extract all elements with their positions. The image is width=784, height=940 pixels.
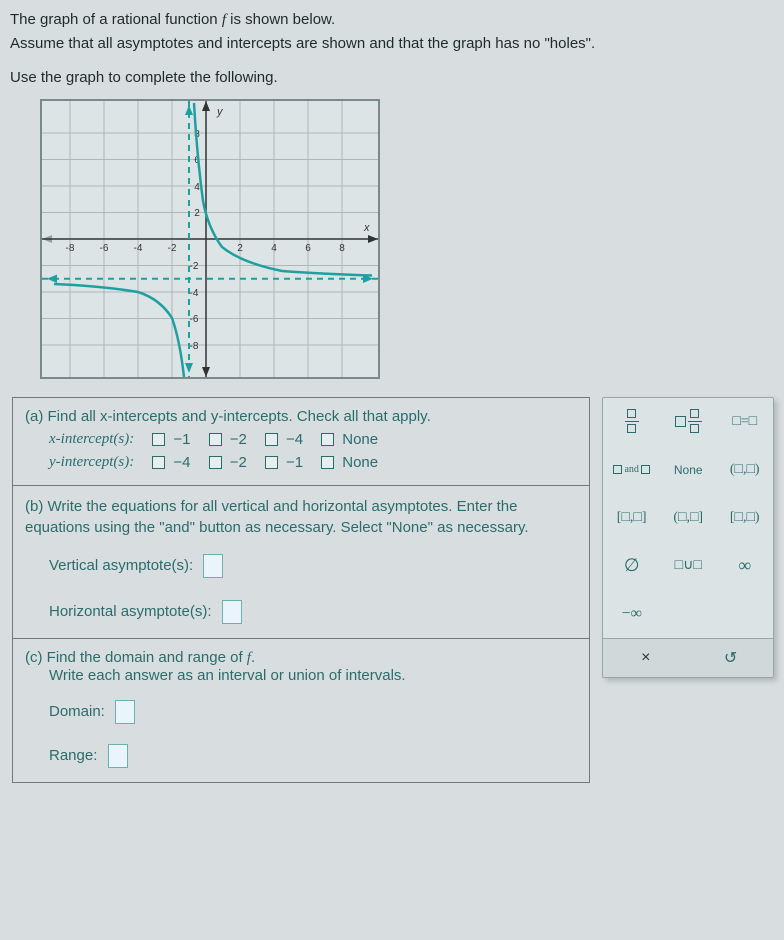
svg-text:-4: -4 [190, 288, 199, 299]
pal-close-button[interactable]: × [603, 639, 688, 677]
pal-and-label: and [624, 464, 638, 475]
pal-reset-button[interactable]: ↺ [688, 639, 773, 677]
domain-label: Domain: [49, 703, 105, 720]
pal-closed-interval[interactable]: [□,□] [603, 494, 660, 542]
svg-text:8: 8 [339, 243, 345, 254]
x-opt-3-label: −4 [286, 431, 303, 448]
range-label: Range: [49, 747, 97, 764]
part-c-prompt-a: (c) Find the domain and range of [25, 649, 247, 666]
y-opt-2[interactable]: −2 [209, 454, 247, 471]
x-opt-none-label: None [342, 431, 378, 448]
vertical-asy-input[interactable] [203, 554, 223, 578]
pal-infinity[interactable]: ∞ [716, 542, 773, 590]
y-opt-none[interactable]: None [321, 454, 378, 471]
part-c-prompt-b: . [251, 649, 255, 666]
svg-text:6: 6 [305, 243, 311, 254]
part-a-cell: (a) Find all x-intercepts and y-intercep… [13, 397, 590, 485]
horizontal-asy-input[interactable] [222, 600, 242, 624]
svg-text:-2: -2 [168, 243, 177, 254]
checkbox-icon[interactable] [265, 456, 278, 469]
questions-table: (a) Find all x-intercepts and y-intercep… [12, 397, 590, 783]
y-intercept-label: y-intercept(s): [49, 454, 134, 471]
svg-text:-2: -2 [190, 261, 199, 272]
svg-text:-6: -6 [190, 314, 199, 325]
intro-assume: Assume that all asymptotes and intercept… [10, 32, 774, 55]
graph-panel: y x -8-6-4-2 2468 8642 -2-4-6-8 [40, 99, 380, 379]
x-opt-2[interactable]: −2 [209, 431, 247, 448]
pal-fraction[interactable] [603, 398, 660, 446]
intro-text: The graph of a rational function [10, 11, 222, 28]
svg-text:-4: -4 [134, 243, 143, 254]
pal-none[interactable]: None [660, 446, 717, 494]
svg-text:-6: -6 [100, 243, 109, 254]
x-opt-3[interactable]: −4 [265, 431, 303, 448]
svg-text:-8: -8 [66, 243, 75, 254]
svg-text:2: 2 [194, 208, 200, 219]
svg-text:2: 2 [237, 243, 243, 254]
checkbox-icon[interactable] [321, 456, 334, 469]
x-opt-2-label: −2 [230, 431, 247, 448]
svg-text:-8: -8 [190, 341, 199, 352]
pal-union[interactable]: □∪□ [660, 542, 717, 590]
pal-oc-interval[interactable]: (□,□] [660, 494, 717, 542]
part-c-prompt: (c) Find the domain and range of f. [25, 649, 577, 667]
intro-text-b: is shown below. [226, 11, 335, 28]
vertical-asy-label: Vertical asymptote(s): [49, 557, 193, 574]
x-opt-1[interactable]: −1 [152, 431, 190, 448]
y-opt-3[interactable]: −1 [265, 454, 303, 471]
checkbox-icon[interactable] [152, 433, 165, 446]
intro-instr: Use the graph to complete the following. [10, 66, 774, 89]
pal-equals[interactable]: □=□ [716, 398, 773, 446]
svg-text:4: 4 [194, 182, 200, 193]
checkbox-icon[interactable] [209, 433, 222, 446]
y-opt-1-label: −4 [173, 454, 190, 471]
svg-text:y: y [216, 106, 224, 118]
svg-text:4: 4 [271, 243, 277, 254]
x-intercept-label: x-intercept(s): [49, 431, 134, 448]
symbol-palette: □=□ and None (□,□) [□,□] (□,□] [□,□) ∅ □… [602, 397, 774, 678]
pal-open-interval[interactable]: (□,□) [716, 446, 773, 494]
checkbox-icon[interactable] [321, 433, 334, 446]
range-input[interactable] [108, 744, 128, 768]
pal-and[interactable]: and [603, 446, 660, 494]
checkbox-icon[interactable] [209, 456, 222, 469]
checkbox-icon[interactable] [265, 433, 278, 446]
svg-text:x: x [363, 222, 370, 234]
domain-input[interactable] [115, 700, 135, 724]
part-a-prompt: (a) Find all x-intercepts and y-intercep… [25, 408, 577, 425]
part-b-prompt: (b) Write the equations for all vertical… [25, 496, 577, 538]
x-opt-none[interactable]: None [321, 431, 378, 448]
pal-co-interval[interactable]: [□,□) [716, 494, 773, 542]
rational-graph: y x -8-6-4-2 2468 8642 -2-4-6-8 [42, 101, 378, 377]
part-b-cell: (b) Write the equations for all vertical… [13, 485, 590, 638]
y-opt-none-label: None [342, 454, 378, 471]
part-c-sub: Write each answer as an interval or unio… [49, 667, 577, 684]
checkbox-icon[interactable] [152, 456, 165, 469]
pal-neg-infinity[interactable]: −∞ [603, 590, 660, 638]
y-opt-3-label: −1 [286, 454, 303, 471]
horizontal-asy-label: Horizontal asymptote(s): [49, 603, 212, 620]
y-opt-1[interactable]: −4 [152, 454, 190, 471]
pal-empty-set[interactable]: ∅ [603, 542, 660, 590]
x-opt-1-label: −1 [173, 431, 190, 448]
y-opt-2-label: −2 [230, 454, 247, 471]
pal-mixed[interactable] [660, 398, 717, 446]
part-c-cell: (c) Find the domain and range of f. Writ… [13, 638, 590, 782]
